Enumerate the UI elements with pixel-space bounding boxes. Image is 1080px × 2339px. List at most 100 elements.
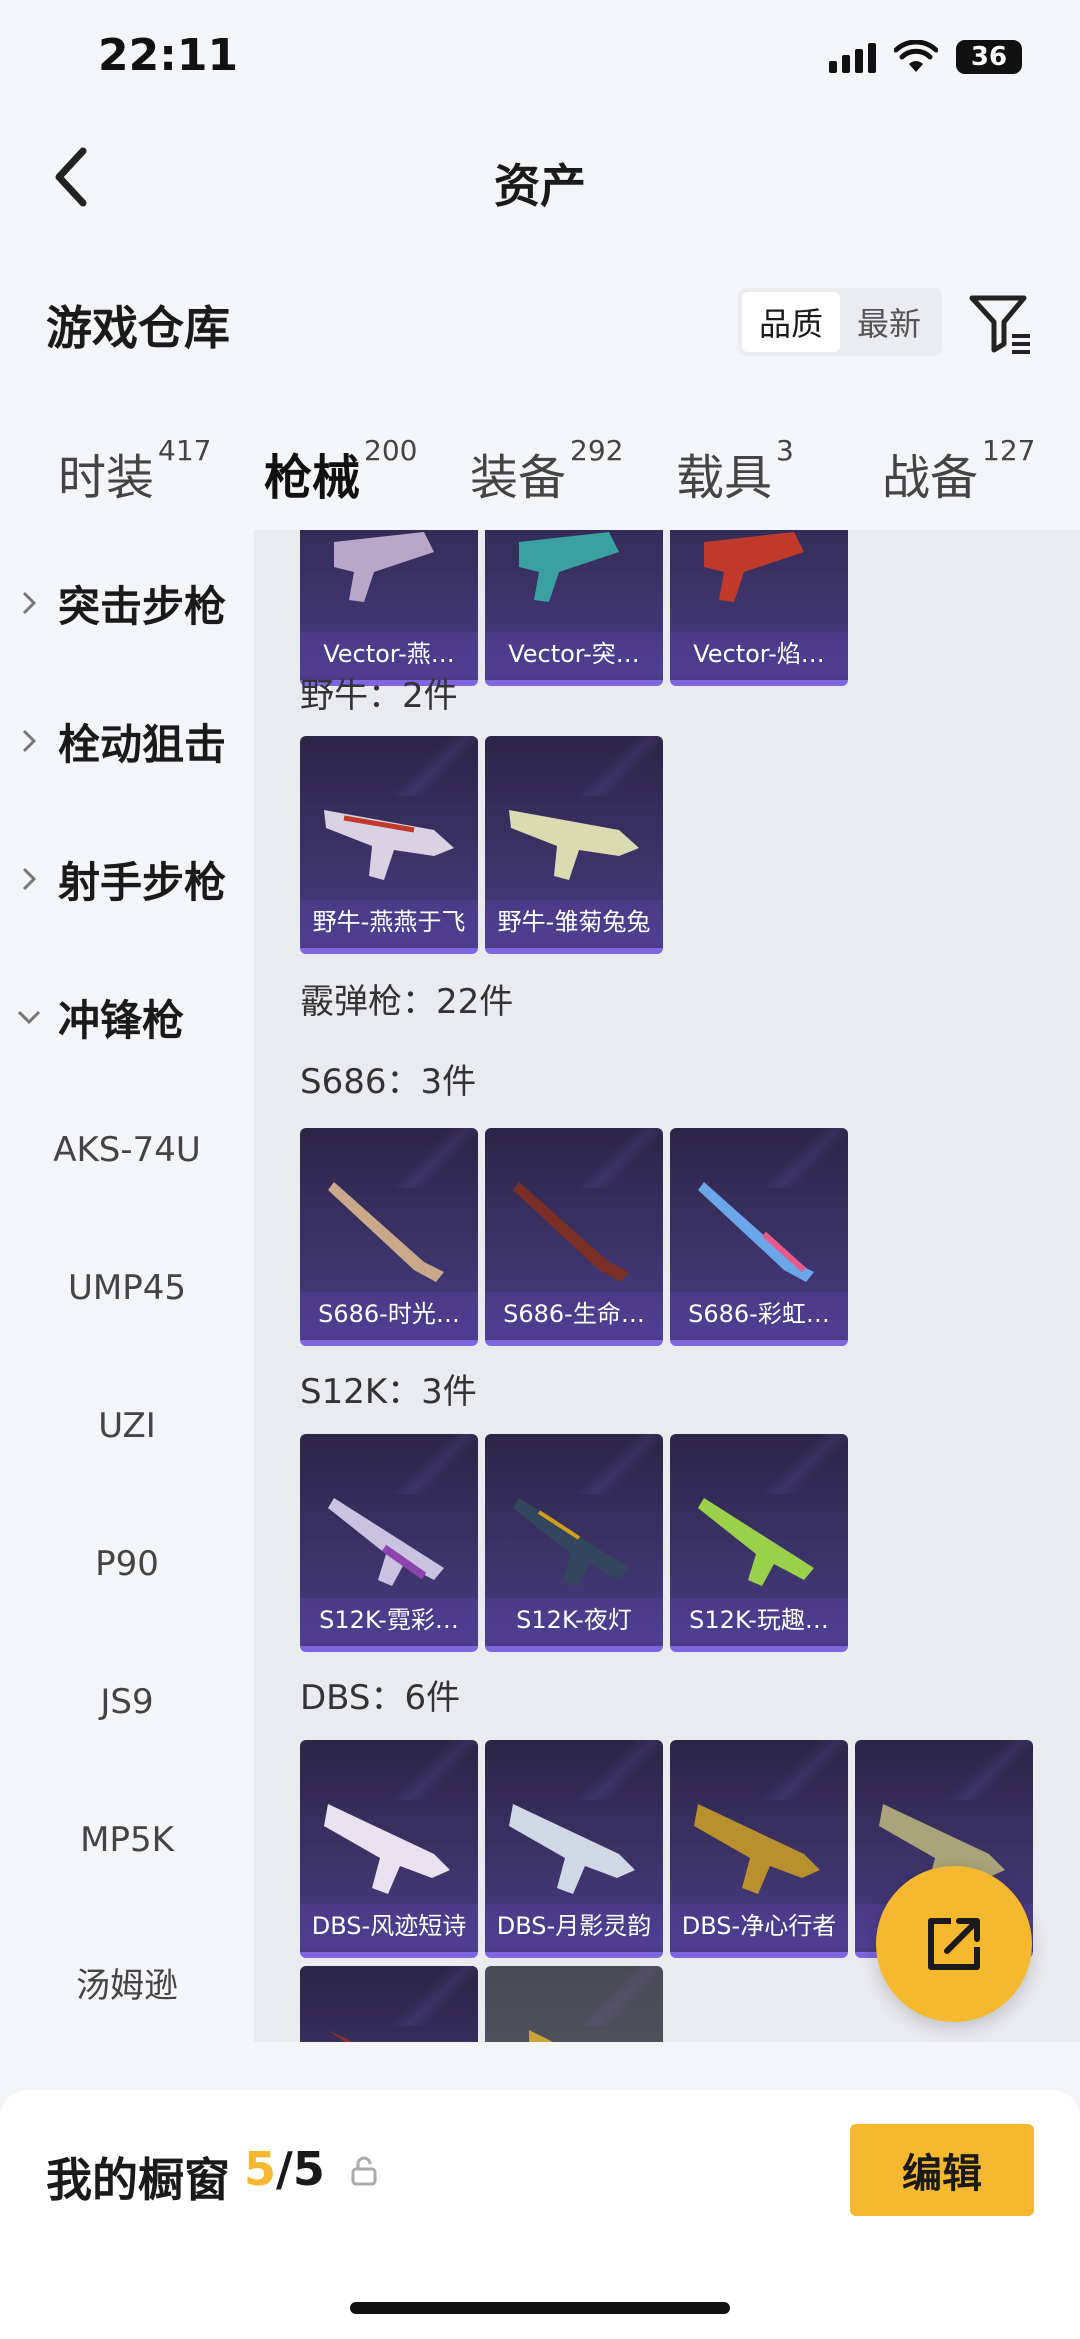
weapon-skin-image bbox=[529, 2030, 553, 2042]
weapon-skin-image bbox=[513, 1498, 629, 1586]
weapon-skin-image bbox=[328, 2030, 354, 2042]
skin-card[interactable] bbox=[300, 1966, 478, 2042]
weapon-skin-image bbox=[519, 532, 619, 602]
tab-count: 292 bbox=[570, 434, 624, 467]
share-icon bbox=[928, 1918, 980, 1970]
tab-count: 3 bbox=[776, 434, 794, 467]
weapon-skin-image bbox=[704, 532, 804, 602]
showcase-label: 我的橱窗 bbox=[46, 2153, 230, 2207]
skin-card-label: 野牛-燕燕于飞 bbox=[300, 900, 478, 944]
sidebar-subitem-p90[interactable]: P90 bbox=[0, 1544, 254, 1584]
header: 资产 bbox=[0, 120, 1080, 240]
weapon-skin-image bbox=[698, 1182, 814, 1282]
skin-card-label: Vector-突… bbox=[485, 632, 663, 676]
skin-card-label: 野牛-雏菊兔兔 bbox=[485, 900, 663, 944]
home-indicator bbox=[350, 2302, 730, 2314]
edit-button[interactable]: 编辑 bbox=[850, 2124, 1034, 2216]
skin-card-label: Vector-焰… bbox=[670, 632, 848, 676]
tab-count: 127 bbox=[982, 434, 1036, 467]
section-bar: 游戏仓库 品质 最新 bbox=[0, 270, 1080, 380]
sidebar-item-smg[interactable]: 冲锋枪 bbox=[0, 982, 254, 1052]
weapon-skin-image bbox=[509, 810, 639, 880]
sidebar-subitem-ump45[interactable]: UMP45 bbox=[0, 1268, 254, 1308]
sidebar-subitem-aks-74u[interactable]: AKS-74U bbox=[0, 1130, 254, 1170]
filter-icon bbox=[969, 295, 1030, 354]
skin-card[interactable]: S686-生命… bbox=[485, 1128, 663, 1346]
tab-combat-gear[interactable]: 战备 127 bbox=[882, 434, 1035, 508]
sidebar-item-marksman-rifle[interactable]: 射手步枪 bbox=[0, 844, 254, 914]
weapon-category-sidebar: 突击步枪 栓动狙击 射手步枪 冲锋枪 AKS-74U UMP45 UZI P90… bbox=[0, 530, 254, 2050]
share-button[interactable] bbox=[876, 1866, 1032, 2022]
skin-card[interactable]: S686-时光… bbox=[300, 1128, 478, 1346]
tab-count: 417 bbox=[158, 434, 212, 467]
sidebar-item-label: 栓动狙击 bbox=[58, 719, 227, 769]
sidebar-item-assault-rifle[interactable]: 突击步枪 bbox=[0, 568, 254, 638]
sidebar-subitem-thompson[interactable]: 汤姆逊 bbox=[0, 1958, 254, 2007]
skin-card[interactable]: S12K-玩趣… bbox=[670, 1434, 848, 1652]
tab-label: 载具 bbox=[676, 450, 773, 506]
status-bar: 22:11 36 bbox=[0, 0, 1080, 120]
weapon-skin-image bbox=[324, 1804, 450, 1894]
tab-label: 时装 bbox=[58, 450, 155, 506]
sort-toggle: 品质 最新 bbox=[738, 288, 942, 356]
group-title-s686: S686：3件 bbox=[300, 1062, 477, 1102]
skin-card[interactable] bbox=[485, 1966, 663, 2042]
showcase-count: 5/5 bbox=[244, 2142, 325, 2196]
showcase-count-total: /5 bbox=[276, 2142, 325, 2196]
wifi-icon bbox=[894, 40, 938, 72]
tab-firearms[interactable]: 枪械 200 bbox=[264, 434, 417, 508]
tab-fashion[interactable]: 时装 417 bbox=[58, 434, 211, 508]
skin-card[interactable]: Vector-焰… bbox=[670, 530, 848, 686]
group-title-shotgun: 霰弹枪：22件 bbox=[300, 982, 514, 1022]
skin-card[interactable]: DBS-风迹短诗 bbox=[300, 1740, 478, 1958]
skin-card[interactable]: DBS-月影灵韵 bbox=[485, 1740, 663, 1958]
sort-newest-option[interactable]: 最新 bbox=[840, 292, 938, 352]
category-tabs: 时装 417 枪械 200 装备 292 载具 3 战备 127 bbox=[0, 420, 1080, 530]
battery-icon: 36 bbox=[956, 40, 1022, 74]
sidebar-item-label: 射手步枪 bbox=[58, 857, 227, 907]
skin-card[interactable]: S12K-夜灯 bbox=[485, 1434, 663, 1652]
sidebar-subitem-mp5k[interactable]: MP5K bbox=[0, 1820, 254, 1860]
tab-vehicles[interactable]: 载具 3 bbox=[676, 434, 794, 508]
tab-count: 200 bbox=[364, 434, 418, 467]
group-title-bizon: 野牛：2件 bbox=[300, 676, 458, 716]
skin-card[interactable]: DBS-净心行者 bbox=[670, 1740, 848, 1958]
sidebar-subitem-uzi[interactable]: UZI bbox=[0, 1406, 254, 1446]
sort-quality-option[interactable]: 品质 bbox=[742, 292, 840, 352]
skin-card[interactable]: Vector-燕… bbox=[300, 530, 478, 686]
skin-card[interactable]: 野牛-雏菊兔兔 bbox=[485, 736, 663, 954]
skin-card-label: DBS-净心行者 bbox=[670, 1904, 848, 1948]
tab-equipment[interactable]: 装备 292 bbox=[470, 434, 623, 508]
lock-icon bbox=[351, 2156, 377, 2186]
chevron-right-icon bbox=[0, 590, 58, 616]
skin-card[interactable]: S686-彩虹… bbox=[670, 1128, 848, 1346]
page-title: 资产 bbox=[494, 159, 586, 213]
skin-card-label: DBS-月影灵韵 bbox=[485, 1904, 663, 1948]
skin-card[interactable]: Vector-突… bbox=[485, 530, 663, 686]
skin-card-label: DBS-风迹短诗 bbox=[300, 1904, 478, 1948]
cellular-signal-icon bbox=[829, 41, 876, 73]
weapon-skin-image bbox=[328, 1498, 444, 1586]
tab-label: 枪械 bbox=[264, 450, 361, 506]
weapon-skin-image bbox=[698, 1498, 814, 1586]
sidebar-item-label: 冲锋枪 bbox=[58, 995, 185, 1045]
skin-card[interactable]: 野牛-燕燕于飞 bbox=[300, 736, 478, 954]
skin-card-label: S686-生命… bbox=[485, 1292, 663, 1336]
sidebar-subitem-js9[interactable]: JS9 bbox=[0, 1682, 254, 1722]
skin-card[interactable]: S12K-霓彩… bbox=[300, 1434, 478, 1652]
skin-card-label: S686-时光… bbox=[300, 1292, 478, 1336]
filter-button[interactable] bbox=[966, 290, 1034, 358]
skin-card-label: S12K-夜灯 bbox=[485, 1598, 663, 1642]
skin-card-label: S686-彩虹… bbox=[670, 1292, 848, 1336]
weapon-skin-image bbox=[328, 1182, 444, 1282]
sidebar-item-bolt-sniper[interactable]: 栓动狙击 bbox=[0, 706, 254, 776]
section-title: 游戏仓库 bbox=[46, 301, 230, 355]
weapon-skin-image bbox=[694, 1804, 820, 1894]
status-time: 22:11 bbox=[98, 30, 239, 81]
tab-label: 战备 bbox=[882, 450, 979, 506]
weapon-skin-image bbox=[509, 1804, 635, 1894]
showcase-count-current: 5 bbox=[244, 2142, 277, 2196]
group-title-s12k: S12K：3件 bbox=[300, 1372, 477, 1412]
skin-card-label: S12K-玩趣… bbox=[670, 1598, 848, 1642]
chevron-right-icon bbox=[0, 866, 58, 892]
